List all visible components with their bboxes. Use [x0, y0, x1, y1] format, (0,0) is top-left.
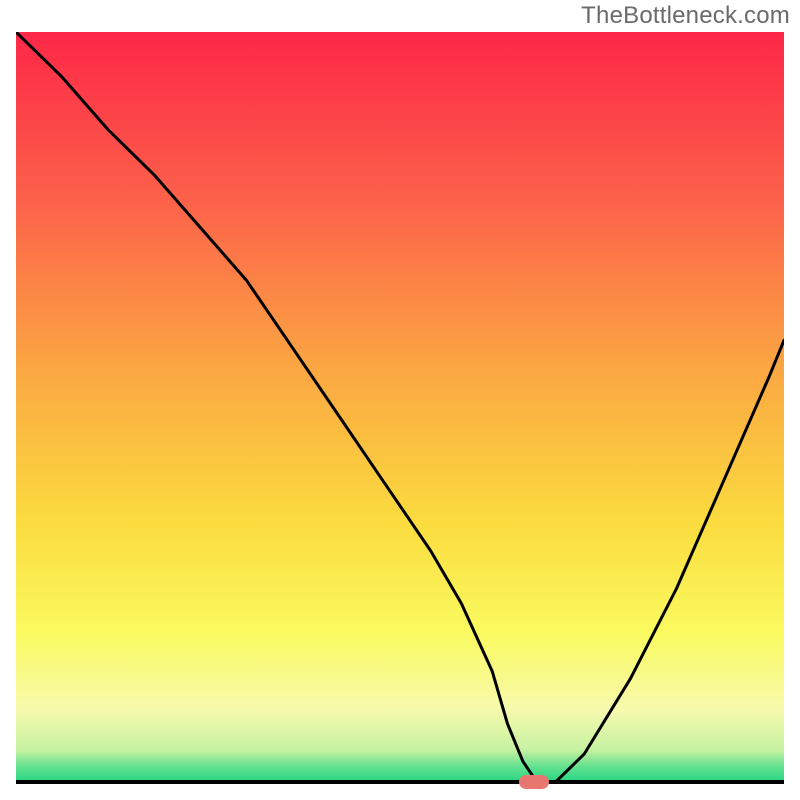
plot-area	[16, 32, 784, 784]
chart-svg	[16, 32, 784, 784]
min-marker	[519, 775, 549, 789]
gradient-background	[16, 32, 784, 784]
watermark-text: TheBottleneck.com	[581, 2, 790, 30]
bottleneck-chart: TheBottleneck.com	[0, 0, 800, 800]
